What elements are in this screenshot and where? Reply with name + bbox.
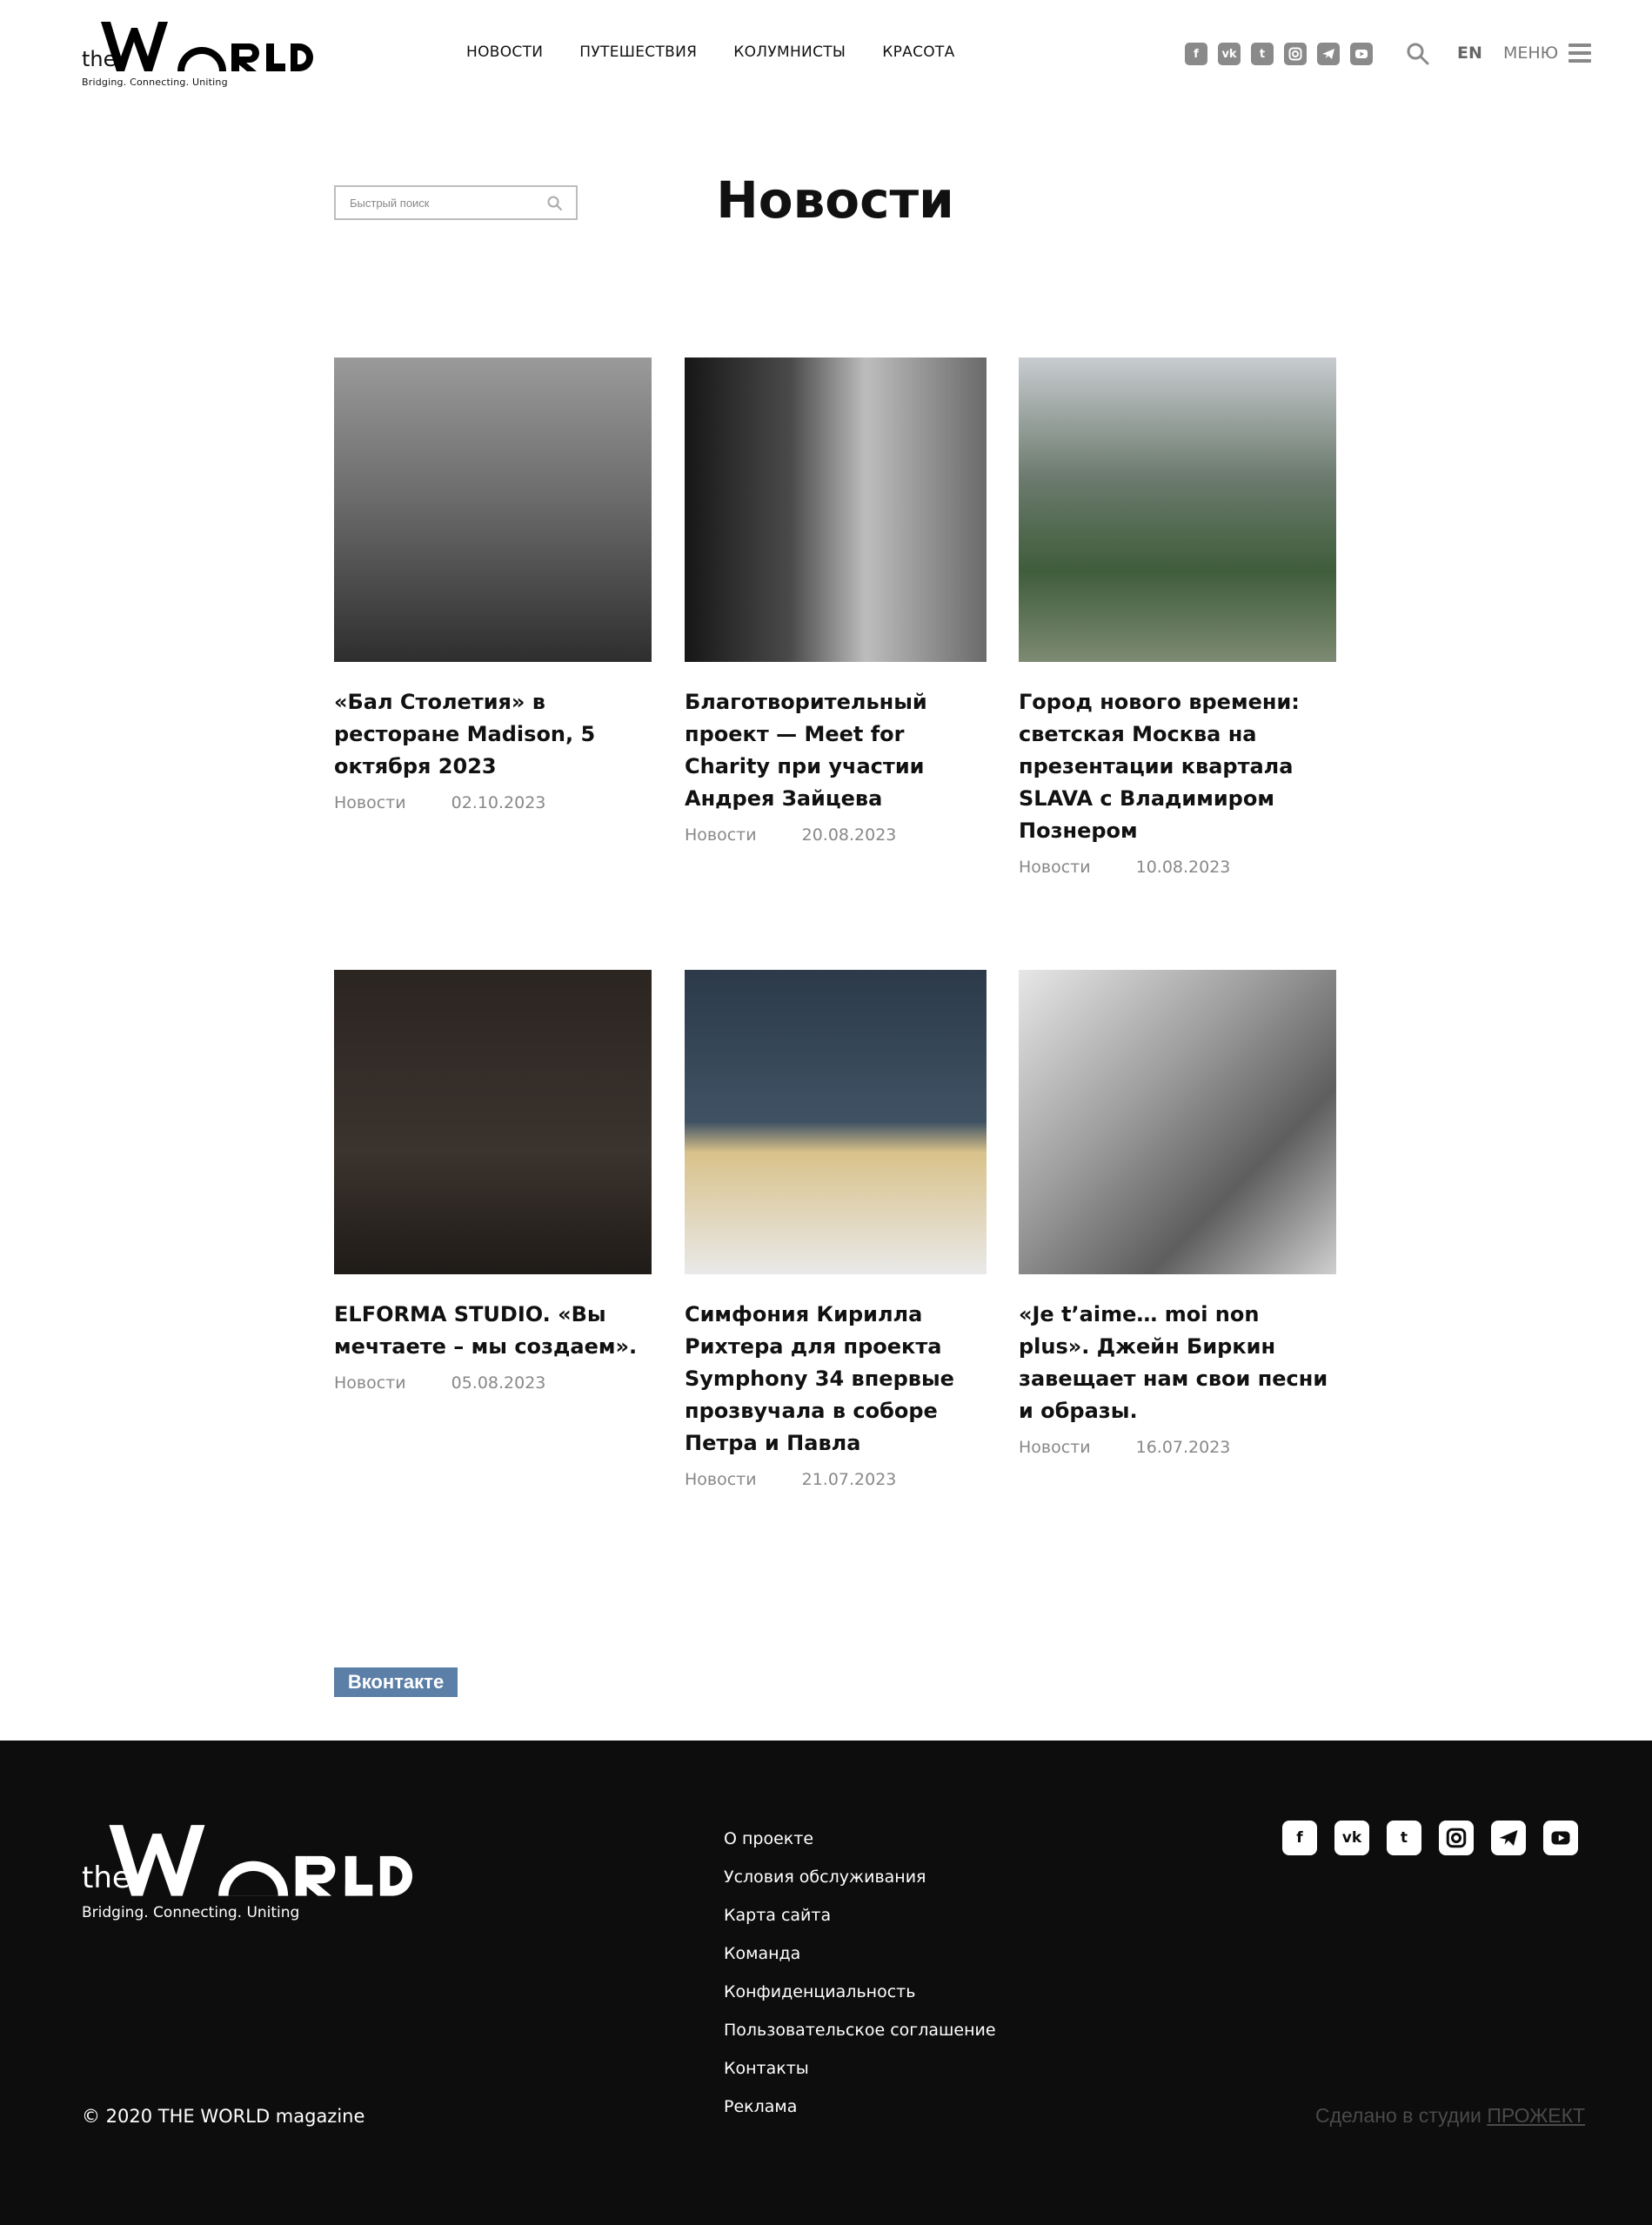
studio-link[interactable]: ПРОЖЕКТ	[1487, 2104, 1585, 2127]
page-title: Новости	[716, 170, 954, 230]
footer-link-team[interactable]: Команда	[724, 1942, 996, 1965]
article-date: 21.07.2023	[801, 1470, 897, 1489]
article-date: 02.10.2023	[451, 793, 546, 812]
article-image	[334, 357, 652, 662]
article-category: Новости	[685, 825, 757, 845]
article-meta: Новости 20.08.2023	[685, 825, 987, 845]
menu-button[interactable]: МЕНЮ	[1503, 43, 1592, 63]
article-card[interactable]: ELFORMA STUDIO. «Вы мечтаете – мы создае…	[334, 970, 652, 1393]
logo-tagline: Bridging. Connecting. Uniting	[82, 1904, 300, 1921]
logo-world-wordmark	[109, 1825, 412, 1896]
article-card[interactable]: Благотворительный проект — Meet for Char…	[685, 357, 987, 845]
article-meta: Новости 21.07.2023	[685, 1470, 987, 1489]
search-icon[interactable]	[546, 195, 564, 212]
language-switch[interactable]: EN	[1457, 43, 1482, 63]
article-category: Новости	[685, 1470, 757, 1489]
header-social-links: f vk t	[1185, 43, 1373, 65]
footer-link-about[interactable]: О проекте	[724, 1827, 996, 1850]
article-title: Благотворительный проект — Meet for Char…	[685, 690, 927, 811]
article-image	[1019, 970, 1336, 1274]
footer-link-user-agreement[interactable]: Пользовательское соглашение	[724, 2019, 996, 2041]
article-date: 20.08.2023	[801, 825, 897, 845]
article-category: Новости	[334, 793, 406, 812]
footer-link-ads[interactable]: Реклама	[724, 2095, 996, 2118]
article-card[interactable]: «Бал Столетия» в ресторане Madison, 5 ок…	[334, 357, 652, 812]
vk-icon[interactable]: vk	[1334, 1821, 1369, 1855]
article-card[interactable]: «Je t’aime… moi non plus». Джейн Биркин …	[1019, 970, 1336, 1457]
search-icon[interactable]	[1406, 42, 1430, 66]
copyright: © 2020 THE WORLD magazine	[82, 2106, 365, 2127]
studio-credit: Сделано в студии ПРОЖЕКТ	[1315, 2104, 1585, 2128]
studio-credit-label: Сделано в студии	[1315, 2104, 1481, 2127]
vkontakte-button[interactable]: Вконтакте	[334, 1667, 458, 1697]
article-meta: Новости 16.07.2023	[1019, 1438, 1336, 1457]
footer-link-privacy[interactable]: Конфиденциальность	[724, 1981, 996, 2003]
vk-icon[interactable]: vk	[1218, 43, 1241, 65]
facebook-icon[interactable]: f	[1282, 1821, 1317, 1855]
menu-label: МЕНЮ	[1503, 43, 1559, 63]
quick-search-input[interactable]	[336, 187, 555, 218]
site-logo[interactable]: the Bridging. Connecting. Uniting	[82, 17, 325, 91]
instagram-icon[interactable]	[1439, 1821, 1474, 1855]
footer-social-links: f vk t	[1282, 1821, 1578, 1855]
nav-item-columnists[interactable]: КОЛУМНИСТЫ	[733, 43, 846, 61]
footer-logo[interactable]: the Bridging. Connecting. Uniting	[82, 1819, 430, 1923]
article-title: Город нового времени: светская Москва на…	[1019, 690, 1300, 843]
logo-tagline: Bridging. Connecting. Uniting	[82, 77, 228, 88]
article-image	[685, 970, 987, 1274]
footer-link-terms[interactable]: Условия обслуживания	[724, 1866, 996, 1888]
twitter-icon[interactable]: t	[1387, 1821, 1421, 1855]
article-image	[1019, 357, 1336, 662]
article-title: Симфония Кирилла Рихтера для проекта Sym…	[685, 1302, 954, 1455]
site-header: the Bridging. Connecting. Uniting НОВОСТ…	[0, 0, 1652, 109]
article-meta: Новости 02.10.2023	[334, 793, 652, 812]
footer-link-contacts[interactable]: Контакты	[724, 2057, 996, 2080]
nav-item-news[interactable]: НОВОСТИ	[466, 43, 543, 61]
main-nav: НОВОСТИ ПУТЕШЕСТВИЯ КОЛУМНИСТЫ КРАСОТА	[466, 43, 955, 61]
article-title: ELFORMA STUDIO. «Вы мечтаете – мы создае…	[334, 1302, 638, 1359]
twitter-icon[interactable]: t	[1251, 43, 1274, 65]
article-image	[685, 357, 987, 662]
article-date: 10.08.2023	[1135, 858, 1231, 877]
quick-search	[334, 185, 578, 220]
article-category: Новости	[1019, 858, 1091, 877]
article-title: «Je t’aime… moi non plus». Джейн Биркин …	[1019, 1302, 1328, 1423]
article-date: 05.08.2023	[451, 1373, 546, 1393]
article-category: Новости	[1019, 1438, 1091, 1457]
telegram-icon[interactable]	[1491, 1821, 1526, 1855]
nav-item-beauty[interactable]: КРАСОТА	[882, 43, 954, 61]
instagram-icon[interactable]	[1284, 43, 1307, 65]
youtube-icon[interactable]	[1350, 43, 1373, 65]
facebook-icon[interactable]: f	[1185, 43, 1207, 65]
article-date: 16.07.2023	[1135, 1438, 1231, 1457]
site-footer: the Bridging. Connecting. Uniting О прое…	[0, 1741, 1652, 2225]
article-title: «Бал Столетия» в ресторане Madison, 5 ок…	[334, 690, 596, 778]
article-card[interactable]: Симфония Кирилла Рихтера для проекта Sym…	[685, 970, 987, 1489]
article-meta: Новости 10.08.2023	[1019, 858, 1336, 877]
article-image	[334, 970, 652, 1274]
footer-link-sitemap[interactable]: Карта сайта	[724, 1904, 996, 1927]
article-card[interactable]: Город нового времени: светская Москва на…	[1019, 357, 1336, 877]
hamburger-icon	[1568, 43, 1592, 63]
telegram-icon[interactable]	[1317, 43, 1340, 65]
article-meta: Новости 05.08.2023	[334, 1373, 652, 1393]
logo-world-wordmark	[101, 22, 313, 71]
article-category: Новости	[334, 1373, 406, 1393]
youtube-icon[interactable]	[1543, 1821, 1578, 1855]
footer-links: О проекте Условия обслуживания Карта сай…	[724, 1827, 996, 2118]
nav-item-travel[interactable]: ПУТЕШЕСТВИЯ	[579, 43, 697, 61]
